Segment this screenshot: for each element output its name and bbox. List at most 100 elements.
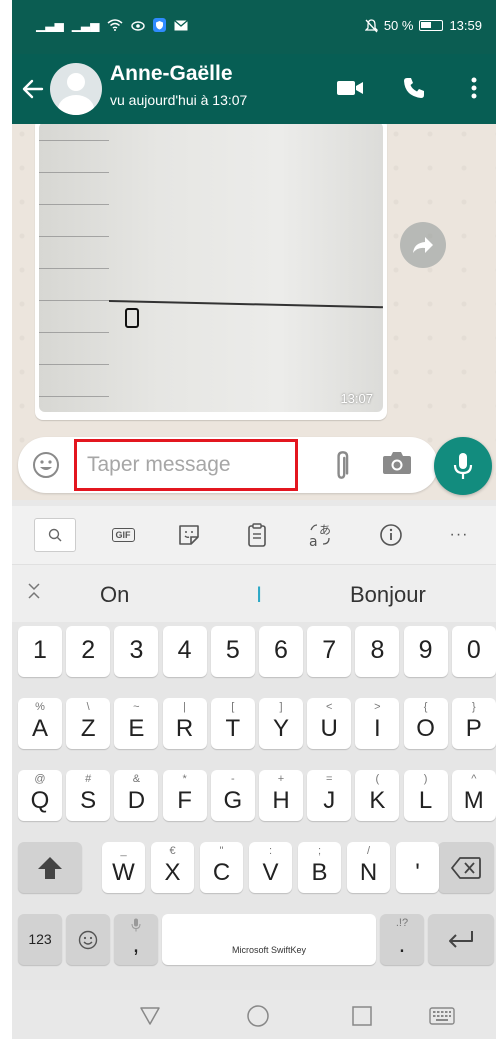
enter-key[interactable] [428,914,494,965]
key-j[interactable]: = J [307,770,352,821]
key-label: Q [30,787,50,814]
key-a[interactable]: % A [18,698,62,749]
key-label: D [127,787,146,814]
image-message-bubble[interactable]: 13:07 [35,124,387,420]
key-5[interactable]: 5 [210,626,255,677]
key-secondary-label: [ [231,701,235,713]
key-label: 3 [129,636,144,664]
key-r[interactable]: | R [162,698,207,749]
key-secondary-label: : [268,845,273,857]
backspace-key[interactable] [438,842,494,893]
voice-message-button[interactable] [434,437,492,495]
key-3[interactable]: 3 [114,626,159,677]
nav-home-button[interactable] [244,1002,272,1030]
key-secondary-label: | [183,701,187,713]
suggestion-right[interactable]: Bonjour [350,582,426,608]
key-m[interactable]: ^ M [451,770,496,821]
paper-line [39,396,109,397]
key-x[interactable]: € X [151,842,194,893]
key-t[interactable]: [T [210,698,255,749]
key-7[interactable]: 7 [307,626,352,677]
key-f[interactable]: * F [162,770,207,821]
triangle-back-icon [140,1007,160,1025]
more-options-button[interactable] [456,70,492,106]
emoji-button[interactable] [32,451,60,479]
key-s[interactable]: # S [66,770,111,821]
key-h[interactable]: + H [259,770,303,821]
key-9[interactable]: 9 [403,626,448,677]
shift-key[interactable] [18,842,82,893]
key-2[interactable]: 2 [66,626,111,677]
key-c[interactable]: " C [200,842,243,893]
key-g[interactable]: -G [210,770,255,821]
nav-back-button[interactable] [136,1002,164,1030]
sticker-button[interactable] [174,518,204,552]
key-0[interactable]: 0 [451,626,496,677]
photo-thumbnail[interactable]: 13:07 [39,124,383,412]
status-bar: ▁▃▅ ▁▃▅ 50 % 13:59 [12,0,496,54]
key-label: Y [272,715,289,742]
key-label: G [223,787,243,814]
key-n[interactable]: / N [347,842,390,893]
chat-header: Anne-Gaëlle vu aujourd'hui à 13:07 [12,54,496,124]
suggestion-left[interactable]: On [100,582,129,608]
key-4[interactable]: 4 [162,626,207,677]
search-icon [48,528,62,542]
toolbar-more-button[interactable]: ··· [444,518,474,552]
key-k[interactable]: (K [355,770,400,821]
period-key[interactable]: .!? . [380,914,424,965]
key-o[interactable]: {O [403,698,448,749]
key-e[interactable]: ~ E [114,698,159,749]
keyboard-search-button[interactable] [34,518,76,552]
camera-button[interactable] [382,450,414,482]
forward-button[interactable] [400,222,446,268]
phone-screen: ▁▃▅ ▁▃▅ 50 % 13:59 Anne-Gaëlle vu aujour… [12,0,496,1039]
attach-button[interactable] [324,449,356,481]
suggestion-middle[interactable]: I [256,582,262,608]
space-key[interactable]: Microsoft SwiftKey [162,914,376,965]
key-d[interactable]: & D [114,770,159,821]
key-y[interactable]: ] Y [259,698,303,749]
avatar[interactable] [50,63,102,115]
info-button[interactable] [376,518,406,552]
key-label: ' [415,859,420,886]
key-8[interactable]: 8 [355,626,400,677]
key-l[interactable]: ) L [403,770,448,821]
gif-button[interactable]: GIF [108,518,138,552]
translate-button[interactable]: aあ [304,518,338,552]
voice-call-button[interactable] [396,70,432,106]
key-secondary-label: ^ [471,773,477,785]
key-i[interactable]: > I [355,698,400,749]
message-input[interactable] [74,439,298,491]
numbers-switch-key[interactable]: 123 [18,914,62,965]
contact-name[interactable]: Anne-Gaëlle [110,62,233,86]
key-u[interactable]: < U [307,698,352,749]
clipboard-button[interactable] [242,518,272,552]
key-q[interactable]: @ Q [18,770,62,821]
key-secondary-label: @ [34,773,46,785]
key-label: P [465,715,482,742]
shift-arrow-icon [38,857,62,879]
paper-line [39,300,109,301]
svg-text:あ: あ [319,523,331,537]
key-b[interactable]: ; B [298,842,341,893]
comma-key[interactable]: , [114,914,158,965]
key-label: M [463,787,484,814]
key-z[interactable]: \ Z [66,698,111,749]
nav-keyboard-button[interactable] [428,1002,456,1030]
key-secondary-label: / [366,845,371,857]
key-apostrophe[interactable]: ' [396,842,439,893]
key-v[interactable]: :V [249,842,292,893]
collapse-toolbar-button[interactable] [24,581,44,605]
back-button[interactable] [18,72,48,106]
key-1[interactable]: 1 [18,626,62,677]
battery-percent: 50 % [383,18,414,33]
key-p[interactable]: } P [451,698,496,749]
key-6[interactable]: 6 [259,626,303,677]
nav-recent-apps-button[interactable] [348,1002,376,1030]
key-w[interactable]: _ W [102,842,145,893]
avatar-body-shape [58,95,94,115]
key-secondary-label: ( [375,773,380,785]
keyboard-emoji-key[interactable] [66,914,110,965]
video-call-button[interactable] [332,70,368,106]
